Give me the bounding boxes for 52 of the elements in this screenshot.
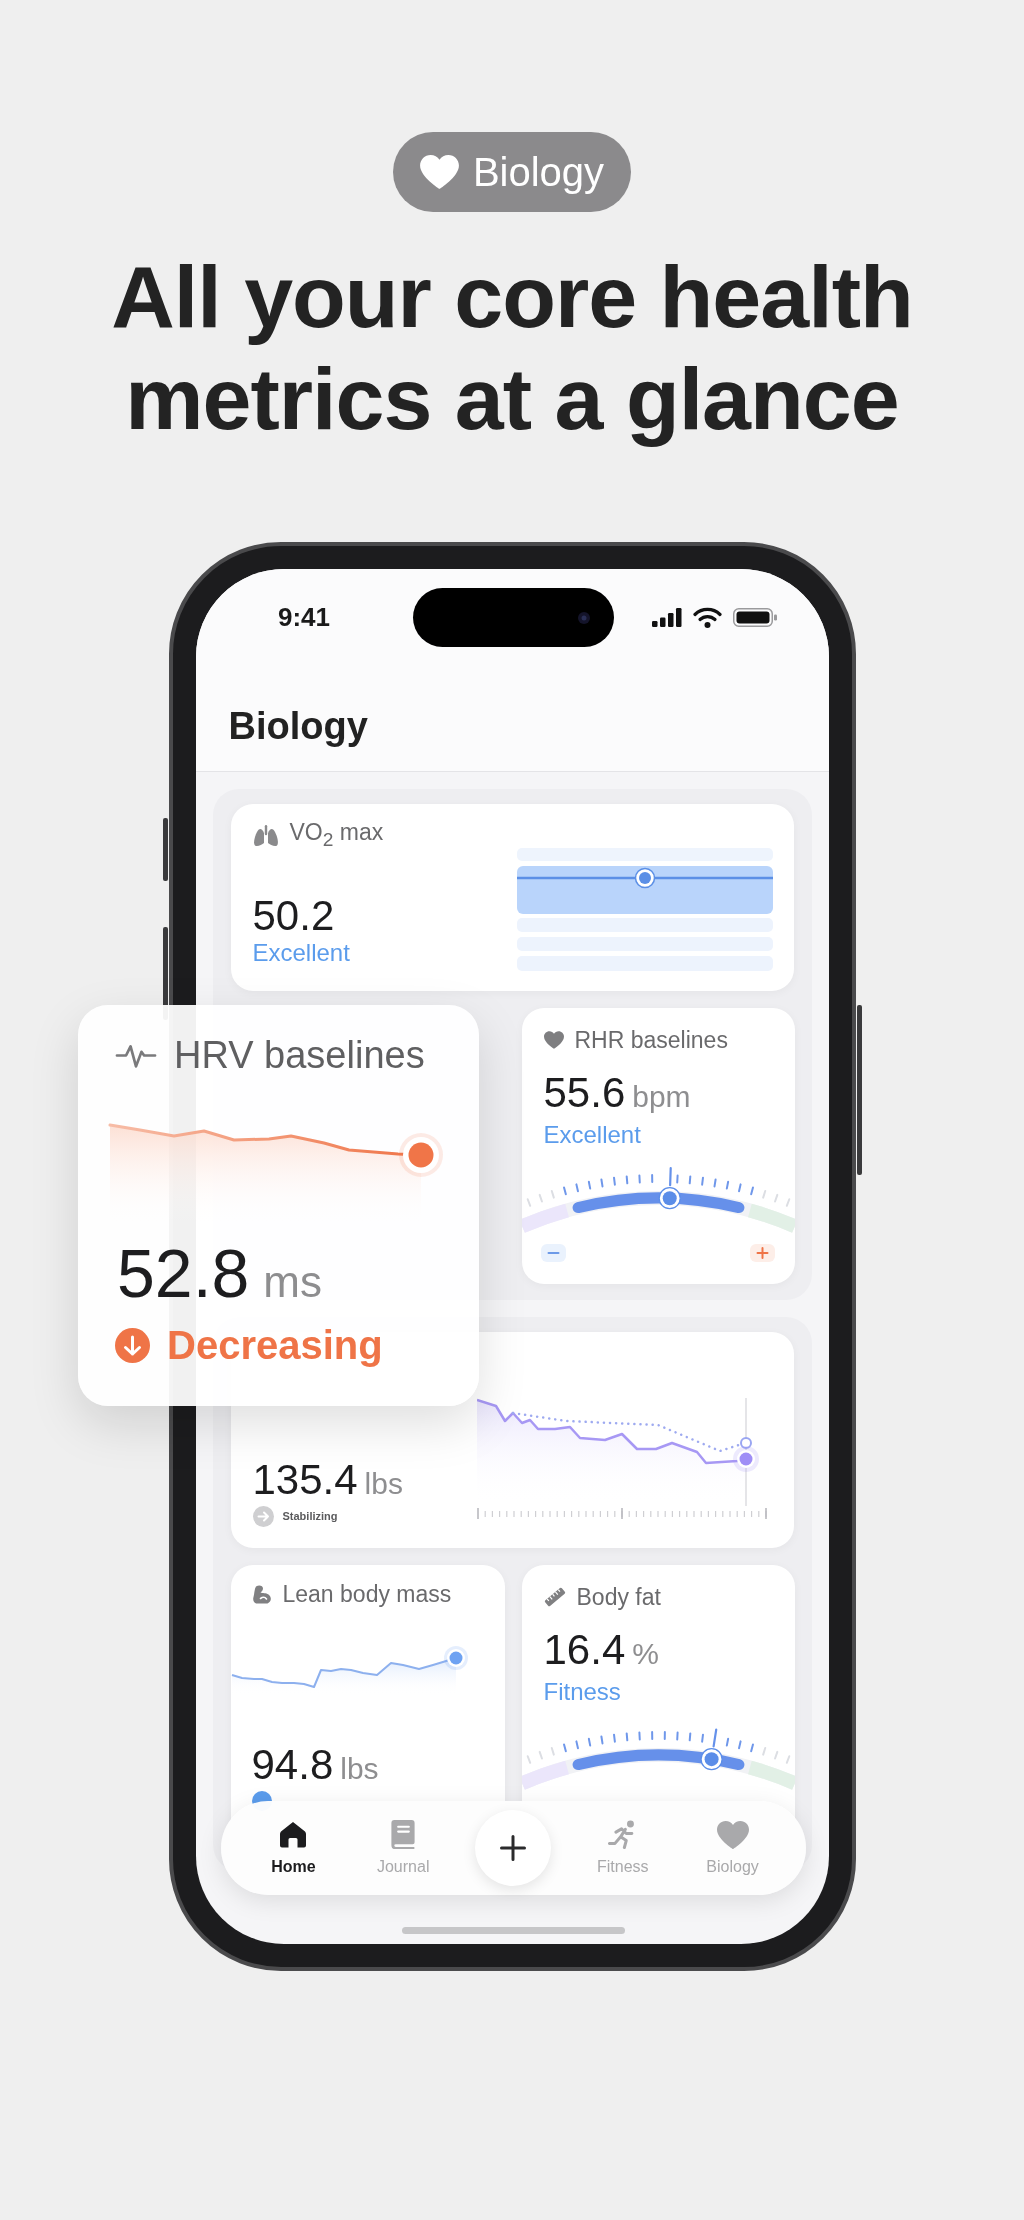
flexed-arm-icon xyxy=(251,1584,272,1604)
signal-icon xyxy=(651,608,682,627)
plus-icon xyxy=(749,1244,775,1262)
side-button[interactable] xyxy=(856,1005,862,1175)
latest-point-marker xyxy=(399,1133,443,1177)
metric-value: 16.4 xyxy=(543,1627,626,1673)
metric-unit: lbs xyxy=(340,1752,379,1786)
value-marker xyxy=(634,867,655,889)
minus-icon xyxy=(540,1244,566,1262)
metric-value: 135.4 xyxy=(252,1457,358,1503)
card-title: Lean body mass xyxy=(282,1581,452,1607)
home-icon xyxy=(279,1820,308,1849)
book-icon xyxy=(389,1820,418,1849)
side-button[interactable] xyxy=(162,818,168,881)
headline: All your core health metrics at a glance xyxy=(110,246,914,450)
heart-icon xyxy=(543,1031,564,1049)
wifi-icon xyxy=(692,607,722,628)
card-title: Body fat xyxy=(576,1584,661,1610)
tab-item[interactable]: Journal xyxy=(376,1820,430,1876)
trend-label: Decreasing xyxy=(167,1323,383,1367)
metric-unit: % xyxy=(632,1637,659,1671)
pill-label: Biology xyxy=(472,149,605,195)
metric-value: 50.2 xyxy=(252,893,335,939)
battery-icon xyxy=(732,608,777,627)
metric-value: 55.6 xyxy=(543,1070,626,1116)
trend-label: Stabilizing xyxy=(282,1510,338,1522)
heart-icon xyxy=(716,1820,749,1849)
projected-point-marker xyxy=(739,1437,752,1449)
lungs-icon xyxy=(252,825,279,847)
heart-icon xyxy=(419,155,459,189)
card-title: HRV baselines xyxy=(174,1034,425,1076)
high-zone-band xyxy=(747,1203,795,1233)
status-time: 9:41 xyxy=(277,601,330,634)
status-label: Excellent xyxy=(252,939,350,967)
tab-item[interactable]: Biology xyxy=(706,1820,759,1876)
tab-item[interactable]: Fitness xyxy=(597,1820,649,1876)
latest-point-marker xyxy=(732,1446,759,1472)
metric-unit: bpm xyxy=(632,1080,691,1114)
camera-lens-icon xyxy=(577,611,590,624)
metric-value: 52.8 xyxy=(117,1238,250,1308)
latest-point-marker xyxy=(443,1646,468,1670)
card-title: RHR baselines xyxy=(574,1027,728,1053)
tab-item[interactable]: Home xyxy=(271,1820,316,1876)
metric-unit: ms xyxy=(263,1258,322,1306)
metric-unit: lbs xyxy=(364,1467,403,1501)
status-label: Fitness xyxy=(543,1678,621,1706)
card-title: VO$_{2}$ max xyxy=(289,819,384,852)
metric-value: 94.8 xyxy=(251,1742,334,1788)
high-zone-band xyxy=(747,1760,795,1790)
status-label: Excellent xyxy=(543,1121,641,1149)
screen-title: Biology xyxy=(228,704,368,749)
plus-icon xyxy=(500,1835,526,1861)
